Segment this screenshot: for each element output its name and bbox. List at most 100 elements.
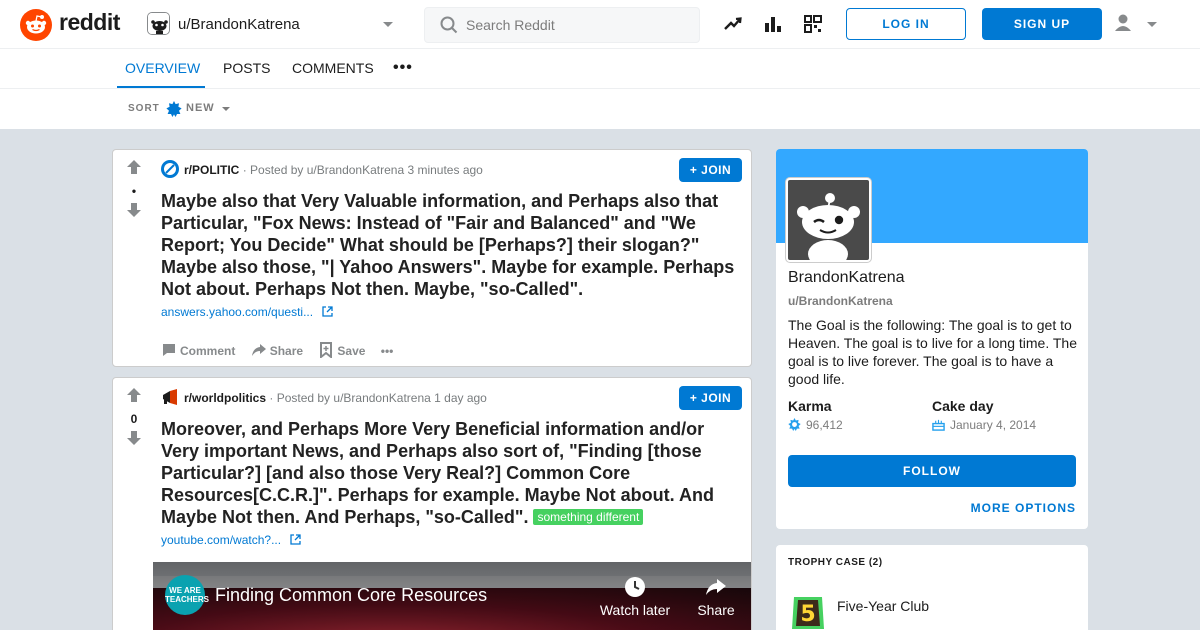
post-card[interactable]: • r/POLITIC · Posted by u/BrandonKatrena… [112,149,752,367]
chevron-down-icon [222,107,230,111]
video-embed[interactable]: WE ARE TEACHERS Finding Common Core Reso… [153,562,751,630]
cake-day-value: January 4, 2014 [950,418,1037,432]
profile-switcher[interactable]: u/BrandonKatrena [147,12,402,38]
watch-later-button[interactable]: Watch later [595,576,675,618]
external-link-icon [322,306,334,317]
subreddit-icon[interactable] [161,160,179,178]
upvote-icon[interactable] [125,386,143,404]
profile-description: The Goal is the following: The goal is t… [788,317,1077,387]
tab-posts[interactable]: POSTS [223,60,270,76]
leaderboard-icon[interactable] [763,14,783,34]
signup-button[interactable]: SIGN UP [982,8,1102,40]
sort-value: NEW [186,102,215,114]
post-link-text: answers.yahoo.com/questi... [161,305,314,319]
posted-by: · Posted by u/BrandonKatrena 1 day ago [269,391,487,405]
save-label: Save [337,344,366,358]
more-options-link[interactable]: MORE OPTIONS [971,501,1076,515]
vote-column: 0 [125,386,143,452]
post-meta: r/worldpolitics · Posted by u/BrandonKat… [161,388,487,409]
karma-sparkle-icon [788,418,801,431]
trending-icon[interactable] [723,14,743,34]
follow-button[interactable]: FOLLOW [788,455,1076,487]
reddit-wordmark[interactable]: reddit [59,9,120,36]
tab-more-options[interactable]: ••• [393,59,413,77]
join-label: JOIN [701,391,732,405]
communities-icon[interactable] [803,14,823,34]
downvote-icon[interactable] [125,429,143,447]
vote-column: • [125,158,143,224]
watch-later-label: Watch later [599,602,671,618]
karma-value: 96,412 [806,418,843,432]
sort-label: SORT [128,103,160,114]
login-button[interactable]: LOG IN [846,8,966,40]
user-icon [1115,14,1131,31]
karma-stat: 96,412 [788,418,843,432]
post-title[interactable]: Maybe also that Very Valuable informatio… [161,190,745,300]
post-actions: Comment Share Save ••• [161,342,405,360]
profile-display-name: BrandonKatrena [788,269,905,286]
profile-handle: u/BrandonKatrena [788,294,893,308]
share-button[interactable]: Share [251,342,303,358]
search-icon [440,16,458,34]
join-label: JOIN [701,163,732,177]
cake-day-stat: January 4, 2014 [932,418,1036,432]
reddit-logo-icon[interactable] [20,9,52,41]
search-placeholder: Search Reddit [466,17,555,33]
post-link[interactable]: answers.yahoo.com/questi... [161,305,334,319]
tab-overview[interactable]: OVERVIEW [125,60,200,76]
channel-avatar[interactable]: WE ARE TEACHERS [165,575,209,615]
share-label: Share [269,344,304,358]
profile-avatar [786,178,871,262]
new-sparkle-icon [166,101,182,117]
video-title[interactable]: Finding Common Core Resources [215,585,487,606]
subreddit-link[interactable]: r/POLITIC [184,163,239,177]
chevron-down-icon [383,22,393,27]
sort-bar: SORT NEW [0,89,1200,129]
post-link[interactable]: youtube.com/watch?... [161,533,302,547]
trophy-item[interactable]: 5 Five-Year Club [788,593,1078,630]
bookmark-icon [320,342,333,360]
cake-day-label: Cake day [932,398,994,414]
post-card[interactable]: 0 r/worldpolitics · Posted by u/BrandonK… [112,377,752,630]
subreddit-link[interactable]: r/worldpolitics [184,391,266,405]
trophy-case-card: TROPHY CASE (2) 5 Five-Year Club [776,545,1088,630]
post-meta: r/POLITIC · Posted by u/BrandonKatrena 3… [161,160,483,181]
upvote-icon[interactable] [125,158,143,176]
video-share-button[interactable]: Share [676,576,751,618]
cake-icon [932,419,945,431]
trophy-name: Five-Year Club [837,598,930,614]
join-button[interactable]: + JOIN [679,386,742,410]
profile-switcher-label: u/BrandonKatrena [178,16,300,33]
five-year-club-badge-icon: 5 [792,597,824,629]
search-input[interactable]: Search Reddit [424,7,700,43]
posted-by: · Posted by u/BrandonKatrena 3 minutes a… [242,163,483,177]
active-tab-indicator [117,86,205,88]
megaphone-icon[interactable] [161,388,179,406]
post-flair[interactable]: something different [533,509,644,525]
external-link-icon [290,534,302,545]
post-title[interactable]: Moreover, and Perhaps More Very Benefici… [161,418,745,528]
comment-button[interactable]: Comment [161,342,235,358]
karma-label: Karma [788,398,832,414]
profile-card: BrandonKatrena u/BrandonKatrena The Goal… [776,149,1088,529]
save-button[interactable]: Save [318,342,366,360]
top-header: reddit u/BrandonKatrena Search Reddit LO… [0,0,1200,49]
snoo-avatar-icon [147,12,170,35]
chevron-down-icon [1147,22,1157,27]
join-button[interactable]: + JOIN [679,158,742,182]
share-icon [251,344,266,356]
tab-comments[interactable]: COMMENTS [292,60,374,76]
comment-icon [163,344,175,356]
share-arrow-icon [706,579,726,595]
downvote-icon[interactable] [125,201,143,219]
profile-tabs: OVERVIEW POSTS COMMENTS ••• [0,49,1200,89]
post-more-options[interactable]: ••• [381,344,394,358]
trophy-badge-number: 5 [800,602,815,627]
trophy-case-heading: TROPHY CASE (2) [788,557,883,568]
vote-score: 0 [130,412,138,426]
user-menu-dropdown[interactable] [1112,12,1160,36]
sort-dropdown[interactable]: NEW [166,101,234,117]
clock-icon [625,577,645,597]
post-link-text: youtube.com/watch?... [161,533,282,547]
video-share-label: Share [697,602,735,618]
